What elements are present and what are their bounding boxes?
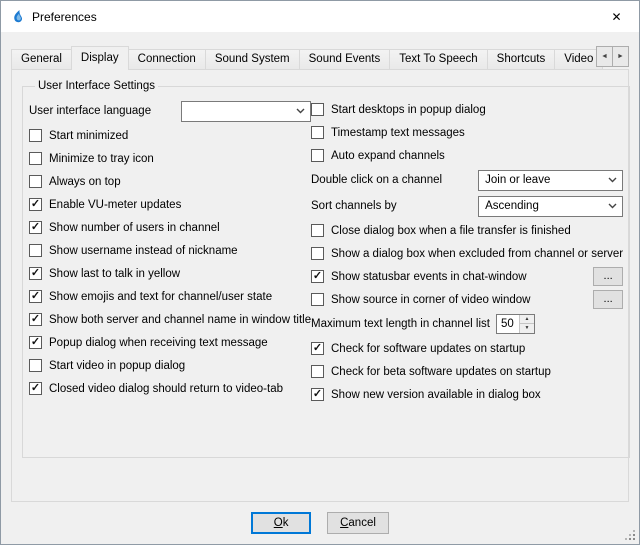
tab-scroll-control: ◄ ► — [597, 46, 629, 67]
chevron-down-icon — [294, 105, 306, 117]
double-click-value: Join or leave — [485, 174, 606, 186]
spin-up-icon[interactable]: ▲ — [520, 315, 534, 324]
checkbox-icon[interactable] — [311, 293, 324, 306]
checkbox-icon[interactable]: ✓ — [29, 382, 42, 395]
video-source-row: Show source in corner of video window ..… — [311, 288, 623, 311]
chevron-down-icon — [606, 200, 618, 212]
checkbox-icon[interactable] — [311, 103, 324, 116]
ok-button[interactable]: Ok — [251, 512, 311, 534]
checkbox-popup-text-message[interactable]: ✓ Popup dialog when receiving text messa… — [29, 331, 311, 354]
button-bar: Ok Cancel — [1, 502, 639, 544]
tab-connection[interactable]: Connection — [128, 49, 206, 69]
checkbox-icon[interactable]: ✓ — [311, 388, 324, 401]
checkbox-excluded-dialog[interactable]: Show a dialog box when excluded from cha… — [311, 242, 623, 265]
chevron-down-icon — [606, 174, 618, 186]
checkbox-icon[interactable]: ✓ — [29, 290, 42, 303]
spin-down-icon[interactable]: ▼ — [520, 324, 534, 333]
checkbox-check-updates[interactable]: ✓ Check for software updates on startup — [311, 337, 623, 360]
double-click-select[interactable]: Join or leave — [478, 170, 623, 191]
max-text-length-label: Maximum text length in channel list — [311, 318, 490, 330]
checkbox-icon[interactable]: ✓ — [29, 313, 42, 326]
checkbox-desktops-popup[interactable]: Start desktops in popup dialog — [311, 98, 623, 121]
checkbox-start-minimized[interactable]: Start minimized — [29, 124, 311, 147]
max-text-length-row: Maximum text length in channel list 50 ▲… — [311, 311, 623, 337]
checkbox-icon[interactable]: ✓ — [29, 221, 42, 234]
checkbox-icon[interactable] — [29, 152, 42, 165]
close-button[interactable]: ✕ — [594, 1, 639, 32]
title-bar[interactable]: Preferences ✕ — [1, 1, 639, 32]
checkbox-check-beta-updates[interactable]: Check for beta software updates on start… — [311, 360, 623, 383]
tab-display[interactable]: Display — [71, 46, 129, 70]
sort-channels-value: Ascending — [485, 200, 606, 212]
checkbox-icon[interactable] — [311, 126, 324, 139]
checkbox-new-version-dialog[interactable]: ✓ Show new version available in dialog b… — [311, 383, 623, 406]
statusbar-events-row: ✓ Show statusbar events in chat-window .… — [311, 265, 623, 288]
left-column: User interface language Start minimized — [29, 98, 311, 406]
checkbox-icon[interactable] — [29, 129, 42, 142]
tab-text-to-speech[interactable]: Text To Speech — [389, 49, 487, 69]
video-source-more-button[interactable]: ... — [593, 290, 623, 309]
tab-bar: General Display Connection Sound System … — [11, 44, 629, 69]
max-text-length-value: 50 — [497, 315, 519, 333]
language-select[interactable] — [181, 101, 311, 122]
checkbox-minimize-tray[interactable]: Minimize to tray icon — [29, 147, 311, 170]
app-icon — [10, 9, 26, 25]
checkbox-close-on-file-transfer[interactable]: Close dialog box when a file transfer is… — [311, 219, 623, 242]
tab-scroll-right-icon[interactable]: ► — [612, 46, 629, 67]
double-click-row: Double click on a channel Join or leave — [311, 167, 623, 193]
checkbox-video-return-tab[interactable]: ✓ Closed video dialog should return to v… — [29, 377, 311, 400]
checkbox-timestamp-messages[interactable]: Timestamp text messages — [311, 121, 623, 144]
checkbox-last-talk-yellow[interactable]: ✓ Show last to talk in yellow — [29, 262, 311, 285]
group-title: User Interface Settings — [35, 80, 158, 92]
checkbox-emojis-state[interactable]: ✓ Show emojis and text for channel/user … — [29, 285, 311, 308]
double-click-label: Double click on a channel — [311, 174, 442, 186]
checkbox-icon[interactable] — [29, 175, 42, 188]
checkbox-icon[interactable] — [311, 247, 324, 260]
preferences-window: Preferences ✕ General Display Connection… — [0, 0, 640, 545]
user-interface-settings-group: User Interface Settings User interface l… — [22, 80, 630, 458]
checkbox-icon[interactable] — [29, 359, 42, 372]
checkbox-always-on-top[interactable]: Always on top — [29, 170, 311, 193]
language-label: User interface language — [29, 105, 151, 117]
sort-channels-label: Sort channels by — [311, 200, 397, 212]
right-column: Start desktops in popup dialog Timestamp… — [311, 98, 623, 406]
sort-channels-select[interactable]: Ascending — [478, 196, 623, 217]
tab-sound-events[interactable]: Sound Events — [299, 49, 391, 69]
cancel-button[interactable]: Cancel — [327, 512, 389, 534]
statusbar-events-more-button[interactable]: ... — [593, 267, 623, 286]
checkbox-icon[interactable] — [311, 365, 324, 378]
checkbox-video-popup[interactable]: Start video in popup dialog — [29, 354, 311, 377]
checkbox-server-channel-in-title[interactable]: ✓ Show both server and channel name in w… — [29, 308, 311, 331]
checkbox-icon[interactable]: ✓ — [29, 198, 42, 211]
tab-sound-system[interactable]: Sound System — [205, 49, 300, 69]
checkbox-icon[interactable] — [311, 224, 324, 237]
resize-grip[interactable] — [625, 530, 636, 541]
tab-general[interactable]: General — [11, 49, 72, 69]
checkbox-icon[interactable]: ✓ — [29, 267, 42, 280]
checkbox-icon[interactable]: ✓ — [29, 336, 42, 349]
window-title: Preferences — [32, 10, 97, 24]
tab-scroll-left-icon[interactable]: ◄ — [596, 46, 613, 67]
checkbox-auto-expand-channels[interactable]: Auto expand channels — [311, 144, 623, 167]
checkbox-icon[interactable]: ✓ — [311, 342, 324, 355]
sort-channels-row: Sort channels by Ascending — [311, 193, 623, 219]
checkbox-show-user-count[interactable]: ✓ Show number of users in channel — [29, 216, 311, 239]
checkbox-username-instead-nickname[interactable]: Show username instead of nickname — [29, 239, 311, 262]
checkbox-icon[interactable] — [29, 244, 42, 257]
tab-shortcuts[interactable]: Shortcuts — [487, 49, 556, 69]
max-text-length-stepper[interactable]: 50 ▲ ▼ — [496, 314, 535, 334]
checkbox-vu-meter-updates[interactable]: ✓ Enable VU-meter updates — [29, 193, 311, 216]
checkbox-icon[interactable] — [311, 149, 324, 162]
checkbox-icon[interactable]: ✓ — [311, 270, 324, 283]
display-tab-page: User Interface Settings User interface l… — [11, 69, 629, 502]
language-row: User interface language — [29, 98, 311, 124]
